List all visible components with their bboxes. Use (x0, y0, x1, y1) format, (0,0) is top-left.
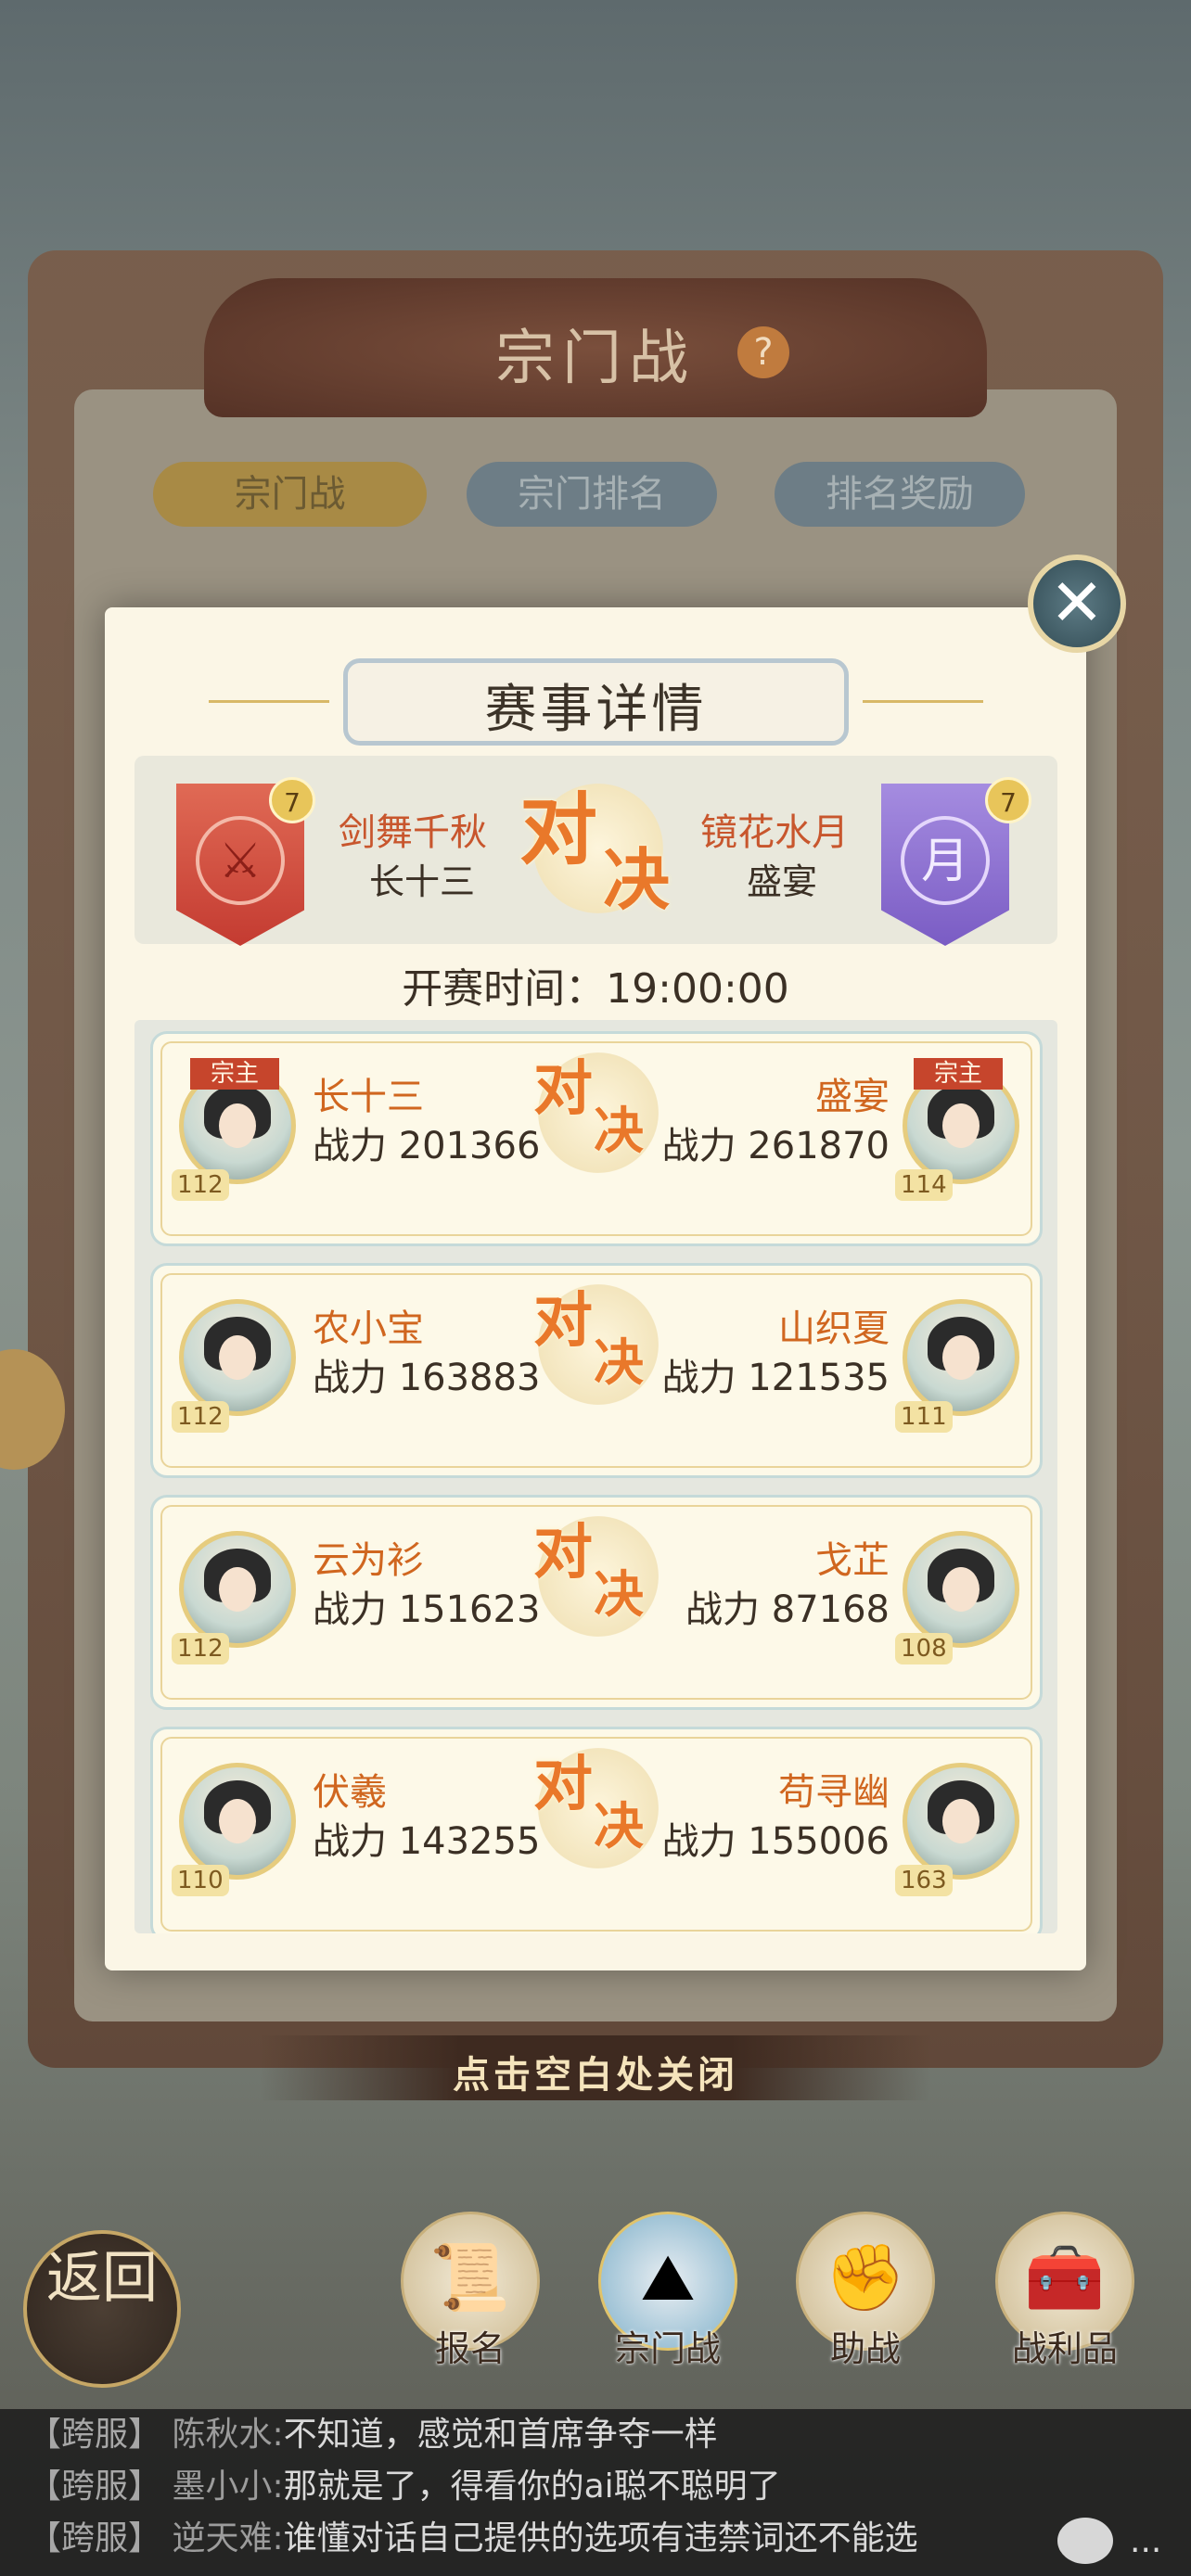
chat-user[interactable]: 陈秋水: (172, 2416, 283, 2454)
title-divider-left (209, 700, 329, 703)
handshake-icon: ✊ (825, 2239, 906, 2315)
opponent-name: 戈芷 (815, 1539, 890, 1582)
match-card[interactable]: 112 农小宝 战力 163883 对 决 山织夏 战力 121535 111 (150, 1263, 1043, 1478)
chat-text: 不知道，感觉和首席争夺一样 (283, 2416, 718, 2454)
match-list[interactable]: 宗主 112 长十三 战力 201366 对 决 盛宴 战力 261870 宗主… (134, 1020, 1057, 1933)
player-level: 110 (172, 1865, 229, 1896)
start-time: 开赛时间：19:00:00 (402, 965, 789, 1013)
right-sect-leader: 盛宴 (747, 861, 818, 902)
player-avatar[interactable] (179, 1531, 296, 1648)
leader-badge: 宗主 (190, 1058, 279, 1090)
left-sect-leader: 长十三 (369, 861, 476, 902)
treasure-chest-icon: 🧰 (1024, 2239, 1106, 2315)
player-power: 战力 201366 (313, 1125, 541, 1167)
chat-more[interactable]: ... (1130, 2522, 1161, 2560)
versus-char-1: 对 (533, 1750, 593, 1819)
versus-char-2: 决 (603, 840, 671, 919)
modal-title: 赛事详情 (484, 680, 708, 740)
mountain-flag-icon: ⛰ (640, 2239, 696, 2315)
left-sect-level: 7 (269, 777, 315, 823)
opponent-level: 114 (895, 1169, 953, 1201)
opponent-name: 盛宴 (815, 1076, 890, 1118)
help-icon[interactable]: ? (737, 326, 789, 378)
close-button[interactable]: ✕ (1028, 555, 1126, 653)
player-name: 伏羲 (313, 1771, 387, 1814)
versus-emblem: 对 决 (533, 1748, 659, 1868)
player-avatar[interactable] (179, 1763, 296, 1880)
opponent-avatar[interactable] (903, 1299, 1019, 1416)
chat-message: 【跨服】 陈秋水:不知道，感觉和首席争夺一样 (28, 2409, 718, 2461)
versus-char-2: 决 (594, 1564, 644, 1624)
left-sect-name: 剑舞千秋 (339, 811, 487, 854)
chat-emoji-icon[interactable] (1057, 2518, 1113, 2564)
tab-sect-war[interactable]: 宗门战 (153, 462, 427, 527)
versus-char-1: 对 (533, 1518, 593, 1588)
close-icon: ✕ (1049, 565, 1105, 641)
close-hint[interactable]: 点击空白处关闭 (0, 2045, 1191, 2098)
nav-sect-war-label: 宗门战 (614, 2328, 721, 2369)
right-sect-level: 7 (985, 777, 1031, 823)
tab-sect-ranking[interactable]: 宗门排名 (467, 462, 717, 527)
opponent-power: 战力 87168 (685, 1588, 890, 1631)
opponent-power: 战力 121535 (661, 1357, 890, 1399)
tab-ranking-rewards[interactable]: 排名奖励 (775, 462, 1025, 527)
opponent-level: 108 (895, 1633, 953, 1664)
opponent-name: 苟寻幽 (778, 1771, 890, 1814)
nav-signup-label: 报名 (434, 2328, 506, 2369)
opponent-avatar[interactable] (903, 1531, 1019, 1648)
title-divider-right (863, 700, 983, 703)
versus-char-2: 决 (594, 1333, 644, 1392)
page-title: 宗门战 (495, 325, 696, 393)
match-card[interactable]: 宗主 112 长十三 战力 201366 对 决 盛宴 战力 261870 宗主… (150, 1031, 1043, 1246)
chat-channel: 【跨服】 (28, 2519, 162, 2557)
leader-badge: 宗主 (914, 1058, 1003, 1090)
versus-emblem: 对 决 (533, 1052, 659, 1173)
versus-char-1: 对 (533, 1054, 593, 1124)
chat-text: 那就是了，得看你的ai聪不聪明了 (283, 2468, 781, 2506)
player-name: 云为衫 (313, 1539, 424, 1582)
opponent-level: 163 (895, 1865, 953, 1896)
player-level: 112 (172, 1633, 229, 1664)
chat-message: 【跨服】 墨小小:那就是了，得看你的ai聪不聪明了 (28, 2461, 781, 2513)
versus-emblem: 对 决 (533, 1284, 659, 1405)
opponent-level: 111 (895, 1401, 953, 1433)
chat-user[interactable]: 墨小小: (172, 2468, 283, 2506)
opponent-power: 战力 155006 (661, 1820, 890, 1863)
right-sect-name: 镜花水月 (700, 811, 849, 854)
nav-loot-label: 战利品 (1011, 2328, 1118, 2369)
chat-message: 【跨服】 逆天难:谁懂对话自己提供的选项有违禁词还不能选 (28, 2513, 918, 2565)
versus-emblem: 对 决 (533, 1516, 659, 1637)
chat-text: 谁懂对话自己提供的选项有违禁词还不能选 (283, 2519, 918, 2557)
player-level: 112 (172, 1169, 229, 1201)
match-card[interactable]: 110 伏羲 战力 143255 对 决 苟寻幽 战力 155006 163 (150, 1727, 1043, 1933)
player-avatar[interactable] (179, 1299, 296, 1416)
chat-user[interactable]: 逆天难: (172, 2519, 283, 2557)
player-name: 长十三 (313, 1076, 424, 1118)
opponent-avatar[interactable] (903, 1763, 1019, 1880)
versus-char-1: 对 (533, 1286, 593, 1356)
player-power: 战力 163883 (313, 1357, 541, 1399)
player-level: 112 (172, 1401, 229, 1433)
versus-char-1: 对 (519, 784, 598, 875)
right-sect-emblem: 月 (901, 816, 990, 905)
chat-panel[interactable]: 【跨服】 陈秋水:不知道，感觉和首席争夺一样 【跨服】 墨小小:那就是了，得看你… (0, 2409, 1191, 2576)
versus-char-2: 决 (594, 1796, 644, 1855)
chat-channel: 【跨服】 (28, 2468, 162, 2506)
scroll-brush-icon: 📜 (429, 2239, 511, 2315)
player-power: 战力 143255 (313, 1820, 541, 1863)
opponent-name: 山织夏 (778, 1307, 890, 1350)
versus-char-2: 决 (594, 1101, 644, 1160)
chat-channel: 【跨服】 (28, 2416, 162, 2454)
nav-assist-label: 助战 (829, 2328, 901, 2369)
crossed-swords-icon: ⚔ (196, 816, 285, 905)
opponent-power: 战力 261870 (661, 1125, 890, 1167)
player-name: 农小宝 (313, 1307, 424, 1350)
player-power: 战力 151623 (313, 1588, 541, 1631)
back-label: 返回 (46, 2246, 158, 2311)
match-card[interactable]: 112 云为衫 战力 151623 对 决 戈芷 战力 87168 108 (150, 1495, 1043, 1710)
